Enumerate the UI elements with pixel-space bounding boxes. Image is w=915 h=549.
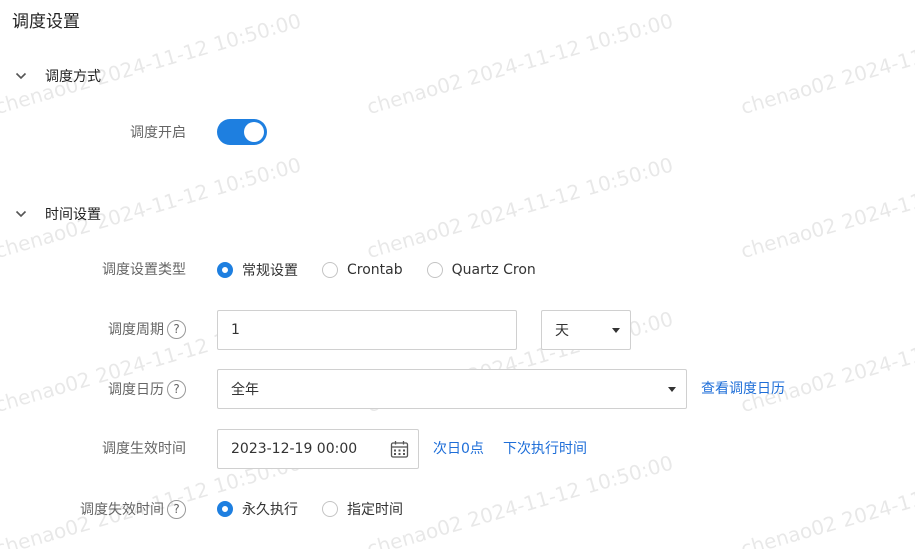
calendar-icon[interactable] bbox=[390, 440, 409, 459]
calendar-value: 全年 bbox=[231, 382, 259, 398]
radio-label: 常规设置 bbox=[242, 263, 298, 279]
toggle-knob bbox=[244, 122, 264, 142]
effective-time-label: 调度生效时间 bbox=[0, 438, 186, 458]
schedule-type-radio-group: 常规设置 Crontab Quartz Cron bbox=[217, 260, 560, 280]
expire-time-radio-group: 永久执行 指定时间 bbox=[217, 499, 427, 519]
radio-unchecked[interactable] bbox=[426, 262, 443, 278]
schedule-enable-label: 调度开启 bbox=[0, 122, 186, 142]
radio-label: 指定时间 bbox=[347, 502, 403, 518]
help-icon[interactable]: ? bbox=[167, 499, 186, 519]
watermark: chenao02 2024-11-12 10:50:00 bbox=[364, 8, 676, 120]
schedule-settings-page: chenao02 2024-11-12 10:50:00 chenao02 20… bbox=[0, 0, 915, 549]
calendar-select[interactable]: 全年 bbox=[217, 369, 687, 409]
chevron-down-icon[interactable] bbox=[14, 207, 28, 221]
label-text: 调度日历 bbox=[108, 382, 164, 398]
label-text: 调度开启 bbox=[130, 125, 186, 141]
next-day-zero-link[interactable]: 次日0点 bbox=[433, 438, 484, 458]
help-icon[interactable]: ? bbox=[167, 319, 186, 339]
period-value: 1 bbox=[231, 322, 240, 338]
radio-checked[interactable] bbox=[217, 501, 233, 517]
radio-label: Crontab bbox=[347, 262, 403, 278]
section-header-mode[interactable]: 调度方式 bbox=[14, 66, 101, 86]
radio-specified-time[interactable]: 指定时间 bbox=[322, 499, 403, 519]
radio-label: 永久执行 bbox=[242, 502, 298, 518]
effective-time-value: 2023-12-19 00:00 bbox=[231, 441, 358, 457]
help-icon[interactable]: ? bbox=[167, 379, 186, 399]
page-title: 调度设置 bbox=[12, 12, 80, 32]
next-run-time-link[interactable]: 下次执行时间 bbox=[503, 438, 587, 458]
period-unit-select[interactable]: 天 bbox=[541, 310, 631, 350]
watermark: chenao02 2024-11-12 10:50:00 bbox=[364, 152, 676, 264]
caret-down-icon bbox=[668, 387, 676, 392]
label-text: 调度设置类型 bbox=[102, 262, 186, 278]
effective-time-picker[interactable]: 2023-12-19 00:00 bbox=[217, 429, 419, 469]
label-text: 调度失效时间 bbox=[80, 502, 164, 518]
section-title: 时间设置 bbox=[45, 207, 101, 223]
period-label: 调度周期 ? bbox=[0, 318, 186, 340]
schedule-enable-toggle[interactable] bbox=[217, 119, 267, 145]
caret-down-icon bbox=[612, 328, 620, 333]
label-text: 调度生效时间 bbox=[102, 441, 186, 457]
watermark: chenao02 2024-11-12 10:50:00 bbox=[738, 9, 915, 120]
period-unit-value: 天 bbox=[555, 323, 569, 339]
section-title: 调度方式 bbox=[45, 69, 101, 85]
radio-crontab[interactable]: Crontab bbox=[322, 262, 403, 278]
radio-unchecked[interactable] bbox=[322, 262, 338, 278]
watermark: chenao02 2024-11-12 10:50:00 bbox=[738, 153, 915, 264]
watermark: chenao02 2024-11-12 10:50:00 bbox=[738, 451, 915, 549]
radio-regular[interactable]: 常规设置 bbox=[217, 260, 298, 280]
expire-time-label: 调度失效时间 ? bbox=[0, 498, 186, 520]
radio-forever[interactable]: 永久执行 bbox=[217, 499, 298, 519]
section-header-time[interactable]: 时间设置 bbox=[14, 204, 101, 224]
watermark: chenao02 2024-11-12 10:50:00 bbox=[738, 307, 915, 418]
radio-unchecked[interactable] bbox=[322, 501, 338, 517]
schedule-type-label: 调度设置类型 bbox=[0, 259, 186, 279]
radio-checked[interactable] bbox=[217, 262, 233, 278]
calendar-label: 调度日历 ? bbox=[0, 378, 186, 400]
view-calendar-link[interactable]: 查看调度日历 bbox=[701, 378, 785, 398]
period-input[interactable]: 1 bbox=[217, 310, 517, 350]
chevron-down-icon[interactable] bbox=[14, 69, 28, 83]
radio-quartz-cron[interactable]: Quartz Cron bbox=[426, 262, 536, 278]
label-text: 调度周期 bbox=[108, 322, 164, 338]
radio-label: Quartz Cron bbox=[451, 262, 536, 278]
